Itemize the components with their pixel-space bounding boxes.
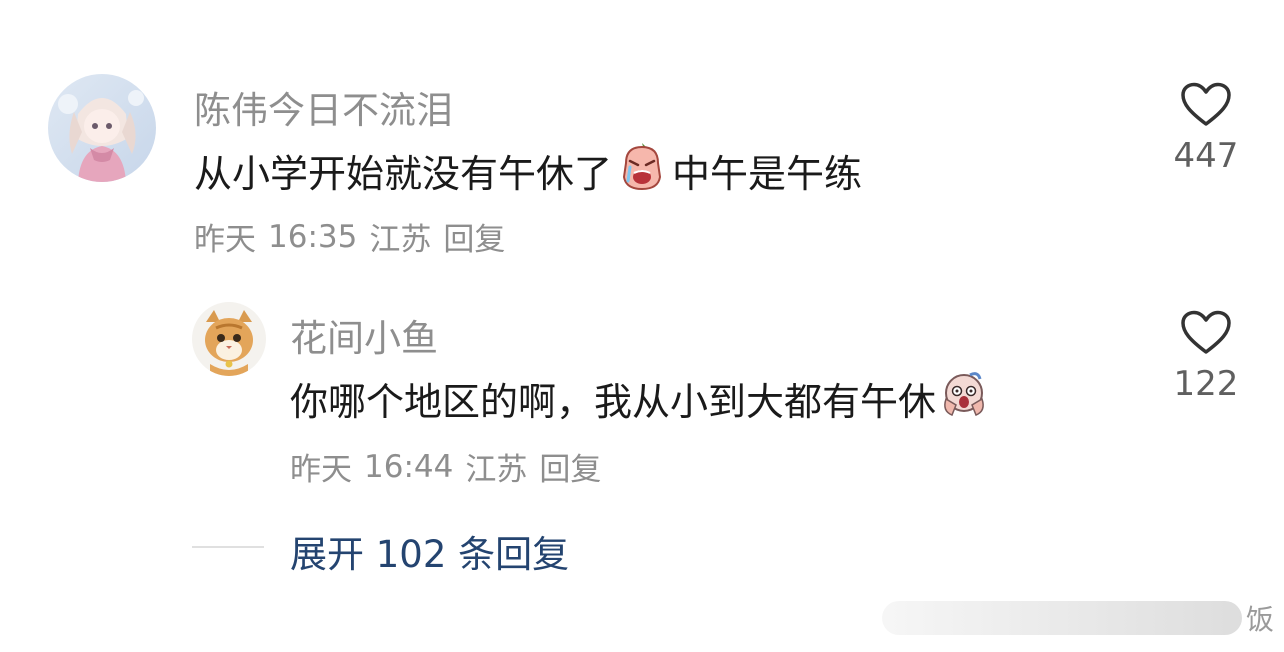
shocked-emoji-icon [940, 369, 988, 428]
avatar[interactable] [192, 302, 266, 376]
crying-emoji-icon [618, 141, 666, 200]
comment-location: 江苏 [465, 452, 528, 488]
comment-text-part: 你哪个地区的啊，我从小到大都有午休 [290, 379, 937, 424]
username[interactable]: 陈伟今日不流泪 [194, 80, 453, 134]
comment-time: 16:44 [364, 448, 454, 485]
heart-icon [1181, 82, 1231, 126]
avatar[interactable] [48, 74, 156, 182]
watermark-bar [881, 601, 1242, 635]
reply-button[interactable]: 回复 [443, 214, 505, 259]
avatar-cat-image [192, 302, 266, 376]
like-button[interactable]: 122 [1170, 310, 1242, 404]
expand-replies-button[interactable]: 展开 102 条回复 [290, 524, 569, 578]
comment-text: 从小学开始就没有午休了 中午是午练 [194, 142, 862, 198]
heart-icon [1181, 310, 1231, 354]
like-button[interactable]: 447 [1170, 82, 1242, 176]
comment-time: 16:35 [268, 218, 358, 255]
comment-text-part: 中午是午练 [672, 151, 863, 196]
like-count: 122 [1173, 364, 1239, 404]
comment-text-part: 从小学开始就没有午休了 [194, 151, 613, 196]
comment-date: 昨天 [194, 222, 256, 258]
expand-divider [192, 546, 264, 548]
comment-meta: 昨天 16:44 江苏 回复 [290, 444, 601, 489]
comment-meta: 昨天 16:35 江苏 回复 [194, 214, 505, 259]
avatar-anime-girl-image [48, 74, 156, 182]
username[interactable]: 花间小鱼 [290, 308, 438, 362]
comment-thread: 陈伟今日不流泪 从小学开始就没有午休了 中午是午练 昨天 16:35 江苏 回复… [0, 0, 1284, 652]
reply-button[interactable]: 回复 [539, 444, 601, 489]
like-count: 447 [1173, 136, 1239, 176]
comment-location: 江苏 [369, 222, 432, 258]
watermark: 饭 [881, 598, 1274, 638]
watermark-text: 饭 [1245, 603, 1274, 636]
comment-date: 昨天 [290, 452, 352, 488]
comment-text: 你哪个地区的啊，我从小到大都有午休 [290, 370, 988, 426]
